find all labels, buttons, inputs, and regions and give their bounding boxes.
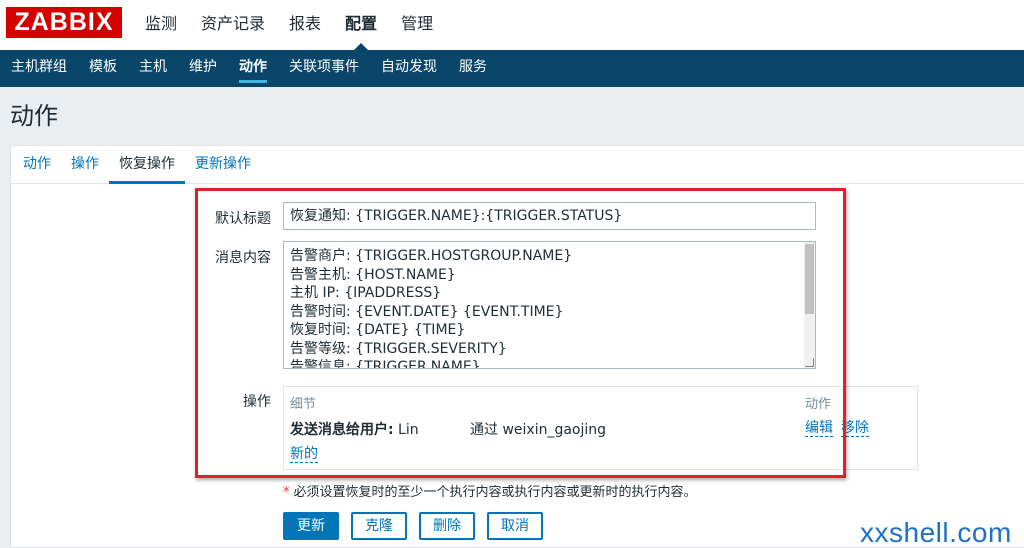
message-line: 告警时间: {EVENT.DATE} {EVENT.TIME} [290,303,564,320]
default-subject-label: 默认标题 [215,211,271,227]
tab-recovery-operations[interactable]: 恢复操作 [109,146,185,184]
sub-nav-templates[interactable]: 模板 [78,50,128,87]
message-line: 告警主机: {HOST.NAME} [290,266,456,283]
page-title: 动作 [10,102,58,130]
resize-handle-icon[interactable] [805,358,814,367]
operation-row-user: Lin [393,422,419,438]
sub-nav-event-correlation[interactable]: 关联项事件 [278,50,370,87]
top-header: ZABBIX 监测 资产记录 报表 配置 管理 [0,0,1024,50]
sub-nav-actions[interactable]: 动作 [228,50,278,87]
operations-header-action: 动作 [805,397,832,412]
message-scrollbar-thumb[interactable] [805,244,814,314]
operation-row-media: 通过 weixin_gaojing [470,422,607,438]
message-line: 告警商户: {TRIGGER.HOSTGROUP.NAME} [290,248,573,264]
required-note-text: 必须设置恢复时的至少一个执行内容或执行内容或更新时的执行内容。 [293,485,697,500]
tab-operations[interactable]: 操作 [61,146,109,183]
message-lines: 告警商户: {TRIGGER.HOSTGROUP.NAME} 告警主机: {HO… [290,247,573,369]
required-star: * [283,485,290,500]
sub-nav-host-groups[interactable]: 主机群组 [0,50,78,87]
site-watermark: xxshell.com [860,517,1012,548]
sub-nav: 主机群组 模板 主机 维护 动作 关联项事件 自动发现 服务 [0,50,1024,87]
operations-header-details: 细节 [290,397,317,412]
required-note: * 必须设置恢复时的至少一个执行内容或执行内容或更新时的执行内容。 [283,481,697,500]
top-nav-configuration[interactable]: 配置 [333,0,389,50]
top-nav-administration[interactable]: 管理 [389,0,445,50]
cancel-button[interactable]: 取消 [487,512,543,540]
clone-button[interactable]: 克隆 [351,512,407,540]
top-nav-inventory[interactable]: 资产记录 [189,0,277,50]
delete-button[interactable]: 删除 [419,512,475,540]
tab-action[interactable]: 动作 [13,146,61,183]
sub-nav-discovery[interactable]: 自动发现 [370,50,448,87]
new-operation-link[interactable]: 新的 [290,446,318,463]
message-line: 告警等级: {TRIGGER.SEVERITY} [290,340,507,357]
sub-nav-services[interactable]: 服务 [448,50,498,87]
operations-label: 操作 [243,394,271,410]
sub-nav-hosts[interactable]: 主机 [128,50,178,87]
sub-nav-maintenance[interactable]: 维护 [178,50,228,87]
default-subject-input[interactable]: 恢复通知: {TRIGGER.NAME}:{TRIGGER.STATUS} [283,202,816,230]
top-nav-reports[interactable]: 报表 [277,0,333,50]
message-label: 消息内容 [215,250,271,266]
operations-table: 细节 动作 发送消息给用户: Lin 通过 weixin_gaojing 编辑 … [283,386,918,470]
content-panel: 动作 操作 恢复操作 更新操作 默认标题 恢复通知: {TRIGGER.NAME… [10,145,1024,548]
operation-row-type: 发送消息给用户: [290,422,394,438]
update-button[interactable]: 更新 [283,512,339,540]
tab-bar: 动作 操作 恢复操作 更新操作 [11,146,1024,184]
operation-row-details: 发送消息给用户: Lin [290,419,419,439]
remove-operation-link[interactable]: 移除 [841,420,869,437]
tab-update-operations[interactable]: 更新操作 [185,146,261,183]
message-line: 恢复时间: {DATE} {TIME} [290,322,466,338]
top-nav: 监测 资产记录 报表 配置 管理 [133,0,445,50]
message-line: 主机 IP: {IPADDRESS} [290,285,442,301]
top-nav-monitoring[interactable]: 监测 [133,0,189,50]
message-line: 告警信息: {TRIGGER.NAME} [290,359,481,369]
message-textarea[interactable]: 告警商户: {TRIGGER.HOSTGROUP.NAME} 告警主机: {HO… [283,241,816,369]
edit-operation-link[interactable]: 编辑 [805,420,833,437]
zabbix-logo[interactable]: ZABBIX [6,7,122,38]
